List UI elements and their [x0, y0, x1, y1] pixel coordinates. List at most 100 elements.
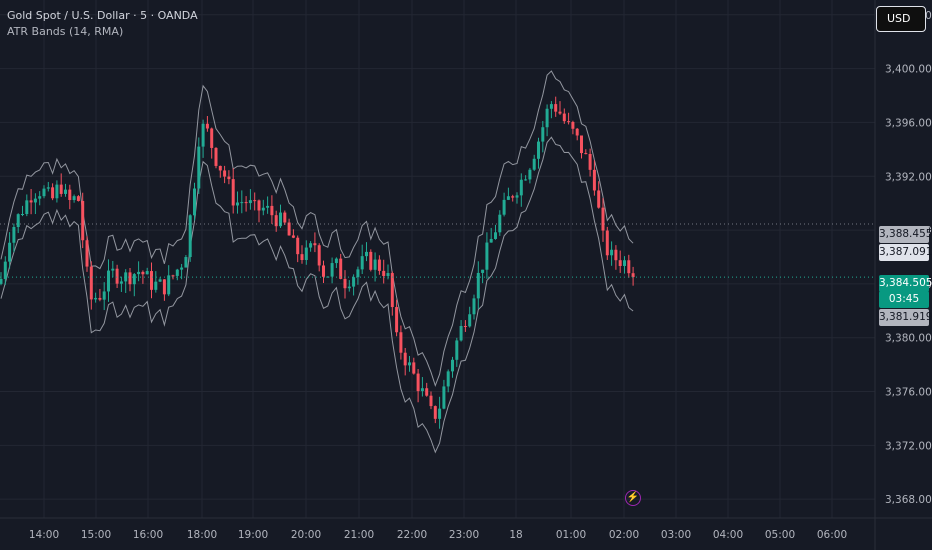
candle-down	[627, 260, 631, 274]
candle-up	[515, 195, 519, 198]
candle-up	[55, 184, 59, 199]
candle-down	[403, 352, 407, 366]
candle-down	[59, 184, 63, 194]
candle-up	[94, 297, 98, 300]
currency-button[interactable]: USD	[876, 6, 926, 32]
candle-down	[115, 268, 119, 284]
candle-down	[128, 272, 132, 285]
candle-up	[537, 141, 540, 159]
candle-down	[618, 260, 622, 266]
candle-down	[575, 128, 579, 136]
close-marker-price-tag: 3,387.091	[879, 244, 932, 261]
candle-up	[33, 198, 37, 203]
candle-up	[304, 247, 308, 260]
candle-up	[119, 281, 123, 284]
price-chart[interactable]: 3,404.0003,400.0003,396.0003,392.0003,38…	[0, 0, 932, 550]
candle-up	[132, 274, 136, 285]
candle-down	[597, 190, 601, 208]
candle-up	[193, 188, 196, 216]
candle-up	[158, 279, 162, 282]
candle-up	[386, 273, 390, 276]
candle-down	[425, 388, 429, 396]
candle-up	[485, 242, 489, 270]
candle-up	[3, 261, 7, 279]
price-lines	[0, 223, 875, 278]
y-tick-label: 3,396.000	[885, 117, 932, 129]
upper-band-price-tag: 3,388.455	[879, 226, 932, 243]
candle-up	[528, 169, 532, 180]
x-tick-label: 23:00	[449, 529, 479, 541]
candle-down	[614, 249, 618, 261]
candles	[0, 96, 635, 429]
y-tick-label: 3,376.000	[885, 387, 932, 399]
candle-down	[81, 200, 85, 241]
candle-up	[330, 263, 334, 277]
candle-down	[76, 196, 80, 201]
candle-down	[98, 297, 102, 300]
candle-up	[455, 340, 459, 360]
candle-down	[283, 212, 287, 223]
candle-up	[541, 127, 545, 142]
candle-up	[545, 108, 549, 128]
candle-up	[468, 314, 472, 327]
lower-band-price-tag: 3,381.919	[879, 309, 932, 326]
candle-up	[197, 146, 201, 189]
candle-down	[554, 104, 558, 112]
candle-down	[223, 170, 227, 177]
indicator-label[interactable]: ATR Bands (14, RMA)	[7, 24, 198, 40]
candle-down	[270, 205, 274, 216]
candle-up	[524, 179, 528, 181]
candle-up	[519, 179, 523, 196]
candle-down	[51, 187, 55, 199]
candle-down	[291, 235, 295, 238]
candle-up	[356, 269, 360, 278]
candle-up	[420, 388, 424, 392]
candle-down	[631, 273, 635, 278]
candle-down	[244, 202, 248, 204]
candle-down	[416, 373, 420, 392]
candle-down	[463, 325, 467, 327]
candle-up	[188, 215, 192, 258]
candle-up	[261, 207, 265, 211]
candle-down	[369, 251, 373, 270]
candle-up	[549, 104, 553, 109]
candle-down	[253, 200, 257, 202]
bar-countdown: 03:45	[879, 291, 929, 308]
candle-down	[141, 271, 145, 275]
candle-up	[334, 258, 338, 264]
y-tick-label: 3,372.000	[885, 440, 932, 452]
symbol-title[interactable]: Gold Spot / U.S. Dollar · 5 · OANDA	[7, 8, 198, 24]
candle-up	[489, 238, 493, 243]
candle-up	[610, 249, 614, 256]
candle-up	[502, 199, 506, 215]
candle-down	[322, 265, 325, 277]
candle-down	[300, 254, 304, 260]
x-axis[interactable]: 14:00 15:00 16:00 18:00 19:00 20:00 21:00 22:00…	[29, 529, 847, 541]
lightning-icon[interactable]: ⚡	[625, 490, 641, 506]
candle-down	[29, 200, 33, 203]
candle-up	[16, 214, 20, 228]
grid-lines	[0, 0, 932, 550]
candle-down	[377, 259, 381, 271]
candle-down	[511, 196, 515, 198]
candle-down	[85, 240, 89, 267]
candle-down	[571, 122, 575, 129]
candle-up	[309, 243, 313, 248]
candle-up	[201, 123, 205, 147]
candle-down	[162, 279, 166, 295]
candle-down	[343, 278, 347, 289]
x-tick-label: 21:00	[344, 529, 374, 541]
candle-down	[296, 237, 300, 255]
candle-down	[390, 273, 394, 308]
x-tick-label: 18:00	[187, 529, 217, 541]
candle-up	[236, 202, 239, 206]
candle-up	[111, 268, 115, 271]
chart-legend: Gold Spot / U.S. Dollar · 5 · OANDA ATR …	[7, 8, 198, 40]
candle-down	[89, 266, 93, 300]
x-tick-label: 01:00	[556, 529, 586, 541]
candle-down	[171, 275, 175, 277]
candle-down	[433, 406, 437, 419]
candle-up	[175, 269, 179, 276]
candle-up	[8, 242, 12, 262]
candle-up	[506, 196, 510, 200]
